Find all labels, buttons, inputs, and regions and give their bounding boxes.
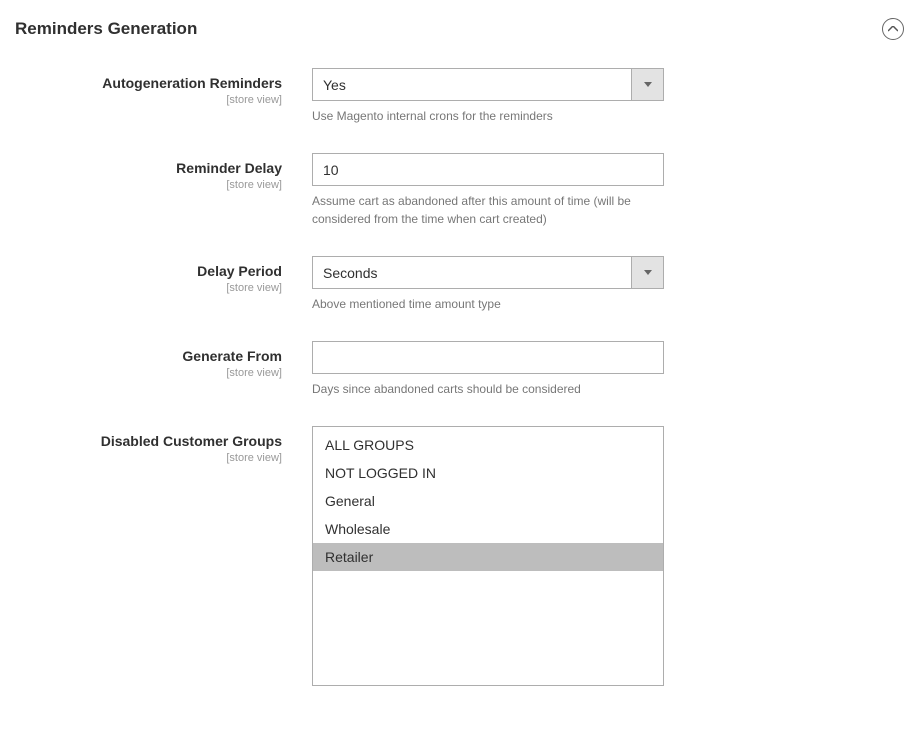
label-col: Reminder Delay [store view]: [15, 153, 312, 228]
scope-label: [store view]: [15, 452, 282, 464]
delay-period-select[interactable]: Seconds: [312, 256, 664, 289]
field-autogeneration: Autogeneration Reminders [store view] Ye…: [15, 68, 904, 125]
scope-label: [store view]: [15, 94, 282, 106]
control-col: Yes Use Magento internal crons for the r…: [312, 68, 664, 125]
field-help: Assume cart as abandoned after this amou…: [312, 192, 664, 228]
scope-label: [store view]: [15, 282, 282, 294]
field-generate-from: Generate From [store view] Days since ab…: [15, 341, 904, 398]
collapse-toggle[interactable]: [882, 18, 904, 40]
field-label: Autogeneration Reminders: [15, 74, 282, 92]
field-reminder-delay: Reminder Delay [store view] Assume cart …: [15, 153, 904, 228]
list-item[interactable]: Wholesale: [313, 515, 663, 543]
control-col: Assume cart as abandoned after this amou…: [312, 153, 664, 228]
label-col: Autogeneration Reminders [store view]: [15, 68, 312, 125]
list-item[interactable]: General: [313, 487, 663, 515]
section-title: Reminders Generation: [15, 19, 197, 39]
control-col: Seconds Above mentioned time amount type: [312, 256, 664, 313]
scope-label: [store view]: [15, 367, 282, 379]
field-label: Reminder Delay: [15, 159, 282, 177]
disabled-groups-multiselect[interactable]: ALL GROUPSNOT LOGGED INGeneralWholesaleR…: [312, 426, 664, 686]
list-item[interactable]: ALL GROUPS: [313, 431, 663, 459]
label-col: Generate From [store view]: [15, 341, 312, 398]
field-help: Days since abandoned carts should be con…: [312, 380, 664, 398]
reminder-delay-input[interactable]: [312, 153, 664, 186]
field-label: Generate From: [15, 347, 282, 365]
section-header: Reminders Generation: [0, 0, 919, 68]
form-area: Autogeneration Reminders [store view] Ye…: [0, 68, 919, 734]
field-disabled-groups: Disabled Customer Groups [store view] AL…: [15, 426, 904, 686]
scope-label: [store view]: [15, 179, 282, 191]
control-col: Days since abandoned carts should be con…: [312, 341, 664, 398]
label-col: Disabled Customer Groups [store view]: [15, 426, 312, 686]
chevron-up-icon: [888, 26, 898, 32]
field-label: Disabled Customer Groups: [15, 432, 282, 450]
list-item[interactable]: Retailer: [313, 543, 663, 571]
label-col: Delay Period [store view]: [15, 256, 312, 313]
list-item[interactable]: NOT LOGGED IN: [313, 459, 663, 487]
select-value: Yes: [312, 68, 664, 101]
field-help: Use Magento internal crons for the remin…: [312, 107, 664, 125]
generate-from-input[interactable]: [312, 341, 664, 374]
field-help: Above mentioned time amount type: [312, 295, 664, 313]
field-delay-period: Delay Period [store view] Seconds Above …: [15, 256, 904, 313]
autogeneration-select[interactable]: Yes: [312, 68, 664, 101]
control-col: ALL GROUPSNOT LOGGED INGeneralWholesaleR…: [312, 426, 664, 686]
select-value: Seconds: [312, 256, 664, 289]
field-label: Delay Period: [15, 262, 282, 280]
